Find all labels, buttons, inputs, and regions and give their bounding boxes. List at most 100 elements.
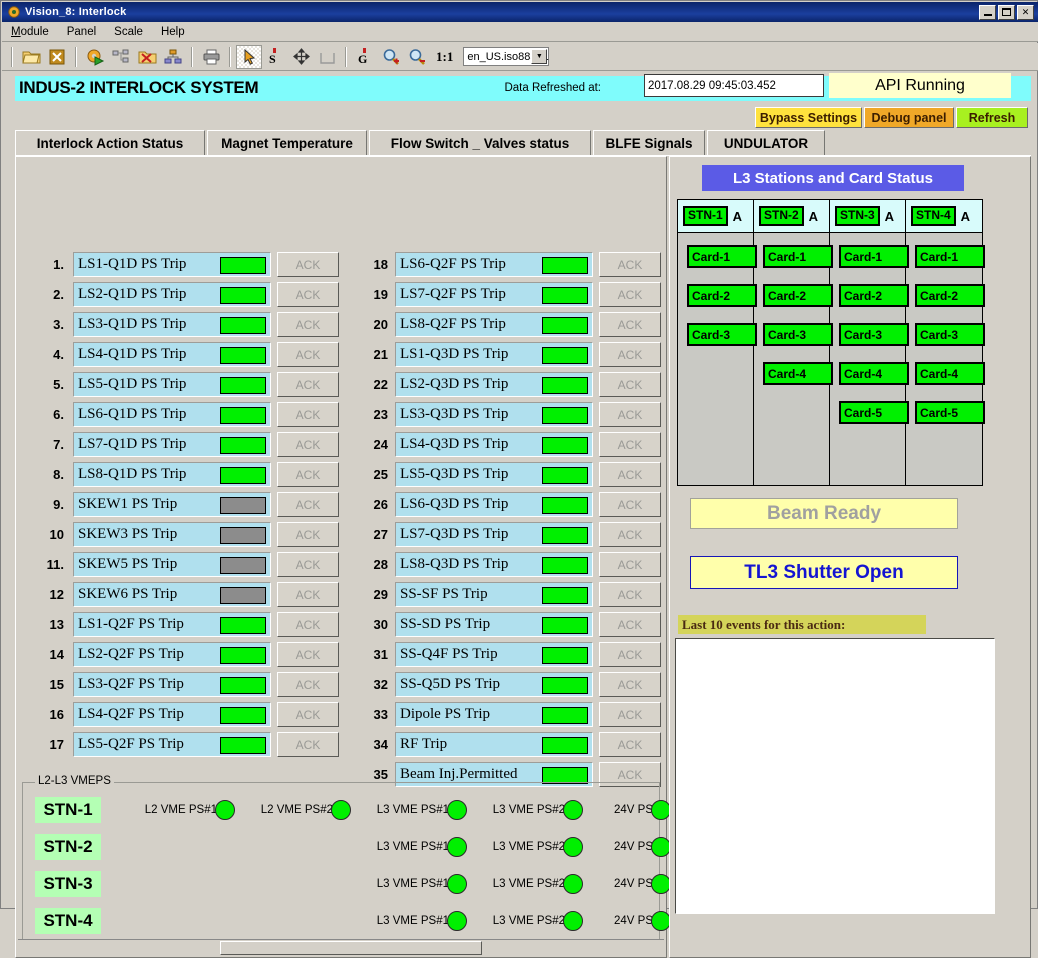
l3-card: Card-1: [915, 245, 985, 268]
scrollbar-thumb[interactable]: [220, 941, 482, 955]
ack-button[interactable]: ACK: [277, 252, 339, 277]
grab-icon[interactable]: G: [352, 45, 378, 69]
debug-panel-button[interactable]: Debug panel: [864, 107, 954, 128]
edit-folder-icon[interactable]: [134, 45, 160, 69]
interlock-label-text: SKEW6 PS Trip: [78, 586, 178, 602]
ack-button[interactable]: ACK: [277, 552, 339, 577]
zoom-in-icon[interactable]: [378, 45, 404, 69]
interlock-label: RF Trip: [395, 732, 593, 757]
l3-station-badge: STN-4: [911, 206, 956, 226]
interlock-label: LS8-Q2F PS Trip: [395, 312, 593, 337]
ack-button[interactable]: ACK: [599, 612, 661, 637]
l3-station-mode: A: [808, 208, 819, 224]
interlock-label: LS7-Q3D PS Trip: [395, 522, 593, 547]
l3-card: Card-5: [839, 401, 909, 424]
interlock-status-lamp: [220, 287, 266, 304]
interlock-row-number: 27: [373, 527, 388, 542]
menu-help[interactable]: Help: [152, 24, 194, 40]
move-icon[interactable]: [288, 45, 314, 69]
menu-panel[interactable]: Panel: [58, 24, 105, 40]
ack-button[interactable]: ACK: [599, 312, 661, 337]
close-x-icon[interactable]: [44, 45, 70, 69]
ack-button[interactable]: ACK: [599, 642, 661, 667]
interlock-status-lamp: [220, 437, 266, 454]
l3-station-header: STN-3 A: [830, 200, 905, 233]
run-gear-icon[interactable]: [82, 45, 108, 69]
ack-button[interactable]: ACK: [277, 312, 339, 337]
ack-button[interactable]: ACK: [277, 702, 339, 727]
connect-icon[interactable]: S: [262, 45, 288, 69]
application-window: Vision_8: Interlock ✕ Module Panel Scale…: [0, 0, 1038, 958]
ack-button[interactable]: ACK: [599, 432, 661, 457]
ack-button[interactable]: ACK: [599, 342, 661, 367]
ack-button[interactable]: ACK: [599, 282, 661, 307]
tab-interlock-action-status[interactable]: Interlock Action Status: [15, 130, 205, 156]
refresh-button[interactable]: Refresh: [956, 107, 1028, 128]
tab-flow-switch-valves-status[interactable]: Flow Switch _ Valves status: [369, 130, 591, 156]
events-log-box[interactable]: [675, 638, 995, 914]
ack-button[interactable]: ACK: [599, 732, 661, 757]
interlock-status-lamp: [220, 707, 266, 724]
interlock-status-lamp: [220, 647, 266, 664]
menu-scale[interactable]: Scale: [105, 24, 152, 40]
rectangle-icon[interactable]: [314, 45, 340, 69]
vmeps-ps-label: L3 VME PS#2: [492, 841, 565, 853]
tab-magnet-temperature[interactable]: Magnet Temperature: [207, 130, 367, 156]
ack-button[interactable]: ACK: [277, 732, 339, 757]
ack-button[interactable]: ACK: [599, 462, 661, 487]
ack-button[interactable]: ACK: [599, 372, 661, 397]
ack-button[interactable]: ACK: [277, 582, 339, 607]
events-label: Last 10 events for this action:: [678, 615, 926, 634]
zoom-ratio-label[interactable]: 1:1: [430, 49, 459, 65]
bypass-settings-button[interactable]: Bypass Settings: [755, 107, 862, 128]
client-area: INDUS-2 INTERLOCK SYSTEM Data Refreshed …: [4, 73, 1036, 958]
ack-button[interactable]: ACK: [599, 402, 661, 427]
l3-station-header: STN-4 A: [906, 200, 982, 233]
pointer-icon[interactable]: [236, 44, 262, 69]
interlock-label-text: LS1-Q3D PS Trip: [400, 346, 509, 362]
ack-button[interactable]: ACK: [277, 462, 339, 487]
ack-button[interactable]: ACK: [277, 492, 339, 517]
ack-button[interactable]: ACK: [599, 252, 661, 277]
ack-button[interactable]: ACK: [277, 372, 339, 397]
ack-button[interactable]: ACK: [599, 552, 661, 577]
minimize-button[interactable]: [979, 4, 996, 20]
ack-button[interactable]: ACK: [277, 612, 339, 637]
chevron-down-icon[interactable]: ▼: [531, 49, 548, 64]
ack-button[interactable]: ACK: [277, 342, 339, 367]
api-status-badge: API Running: [829, 73, 1011, 98]
zoom-out-icon[interactable]: [404, 45, 430, 69]
print-icon[interactable]: [198, 45, 224, 69]
network-icon[interactable]: [160, 45, 186, 69]
interlock-status-lamp: [220, 377, 266, 394]
ack-button[interactable]: ACK: [277, 402, 339, 427]
tab-label: UNDULATOR: [723, 136, 809, 151]
ack-button[interactable]: ACK: [277, 642, 339, 667]
interlock-row-number: 15: [49, 677, 64, 692]
ack-button[interactable]: ACK: [277, 432, 339, 457]
maximize-button[interactable]: [998, 4, 1015, 20]
interlock-label: LS3-Q1D PS Trip: [73, 312, 271, 337]
tab-undulator[interactable]: UNDULATOR: [707, 130, 825, 156]
ack-button[interactable]: ACK: [599, 582, 661, 607]
close-button[interactable]: ✕: [1017, 4, 1034, 20]
ack-button[interactable]: ACK: [599, 672, 661, 697]
tab-label: Interlock Action Status: [36, 136, 184, 151]
interlock-row-number: 2.: [53, 287, 64, 302]
horizontal-scrollbar[interactable]: [18, 939, 664, 955]
vmeps-legend: L2-L3 VMEPS: [35, 775, 114, 787]
ack-button[interactable]: ACK: [277, 282, 339, 307]
ack-button[interactable]: ACK: [599, 522, 661, 547]
ack-button[interactable]: ACK: [599, 702, 661, 727]
ack-button[interactable]: ACK: [277, 672, 339, 697]
interlock-label: LS5-Q3D PS Trip: [395, 462, 593, 487]
tab-blfe-signals[interactable]: BLFE Signals: [593, 130, 705, 156]
interlock-status-lamp: [542, 707, 588, 724]
ack-button[interactable]: ACK: [599, 492, 661, 517]
tree-icon[interactable]: [108, 45, 134, 69]
ack-button[interactable]: ACK: [277, 522, 339, 547]
open-folder-icon[interactable]: [18, 45, 44, 69]
menu-module[interactable]: Module: [2, 24, 58, 40]
locale-select[interactable]: en_US.iso88591 ▼: [463, 47, 550, 66]
interlock-row-number: 3.: [53, 317, 64, 332]
